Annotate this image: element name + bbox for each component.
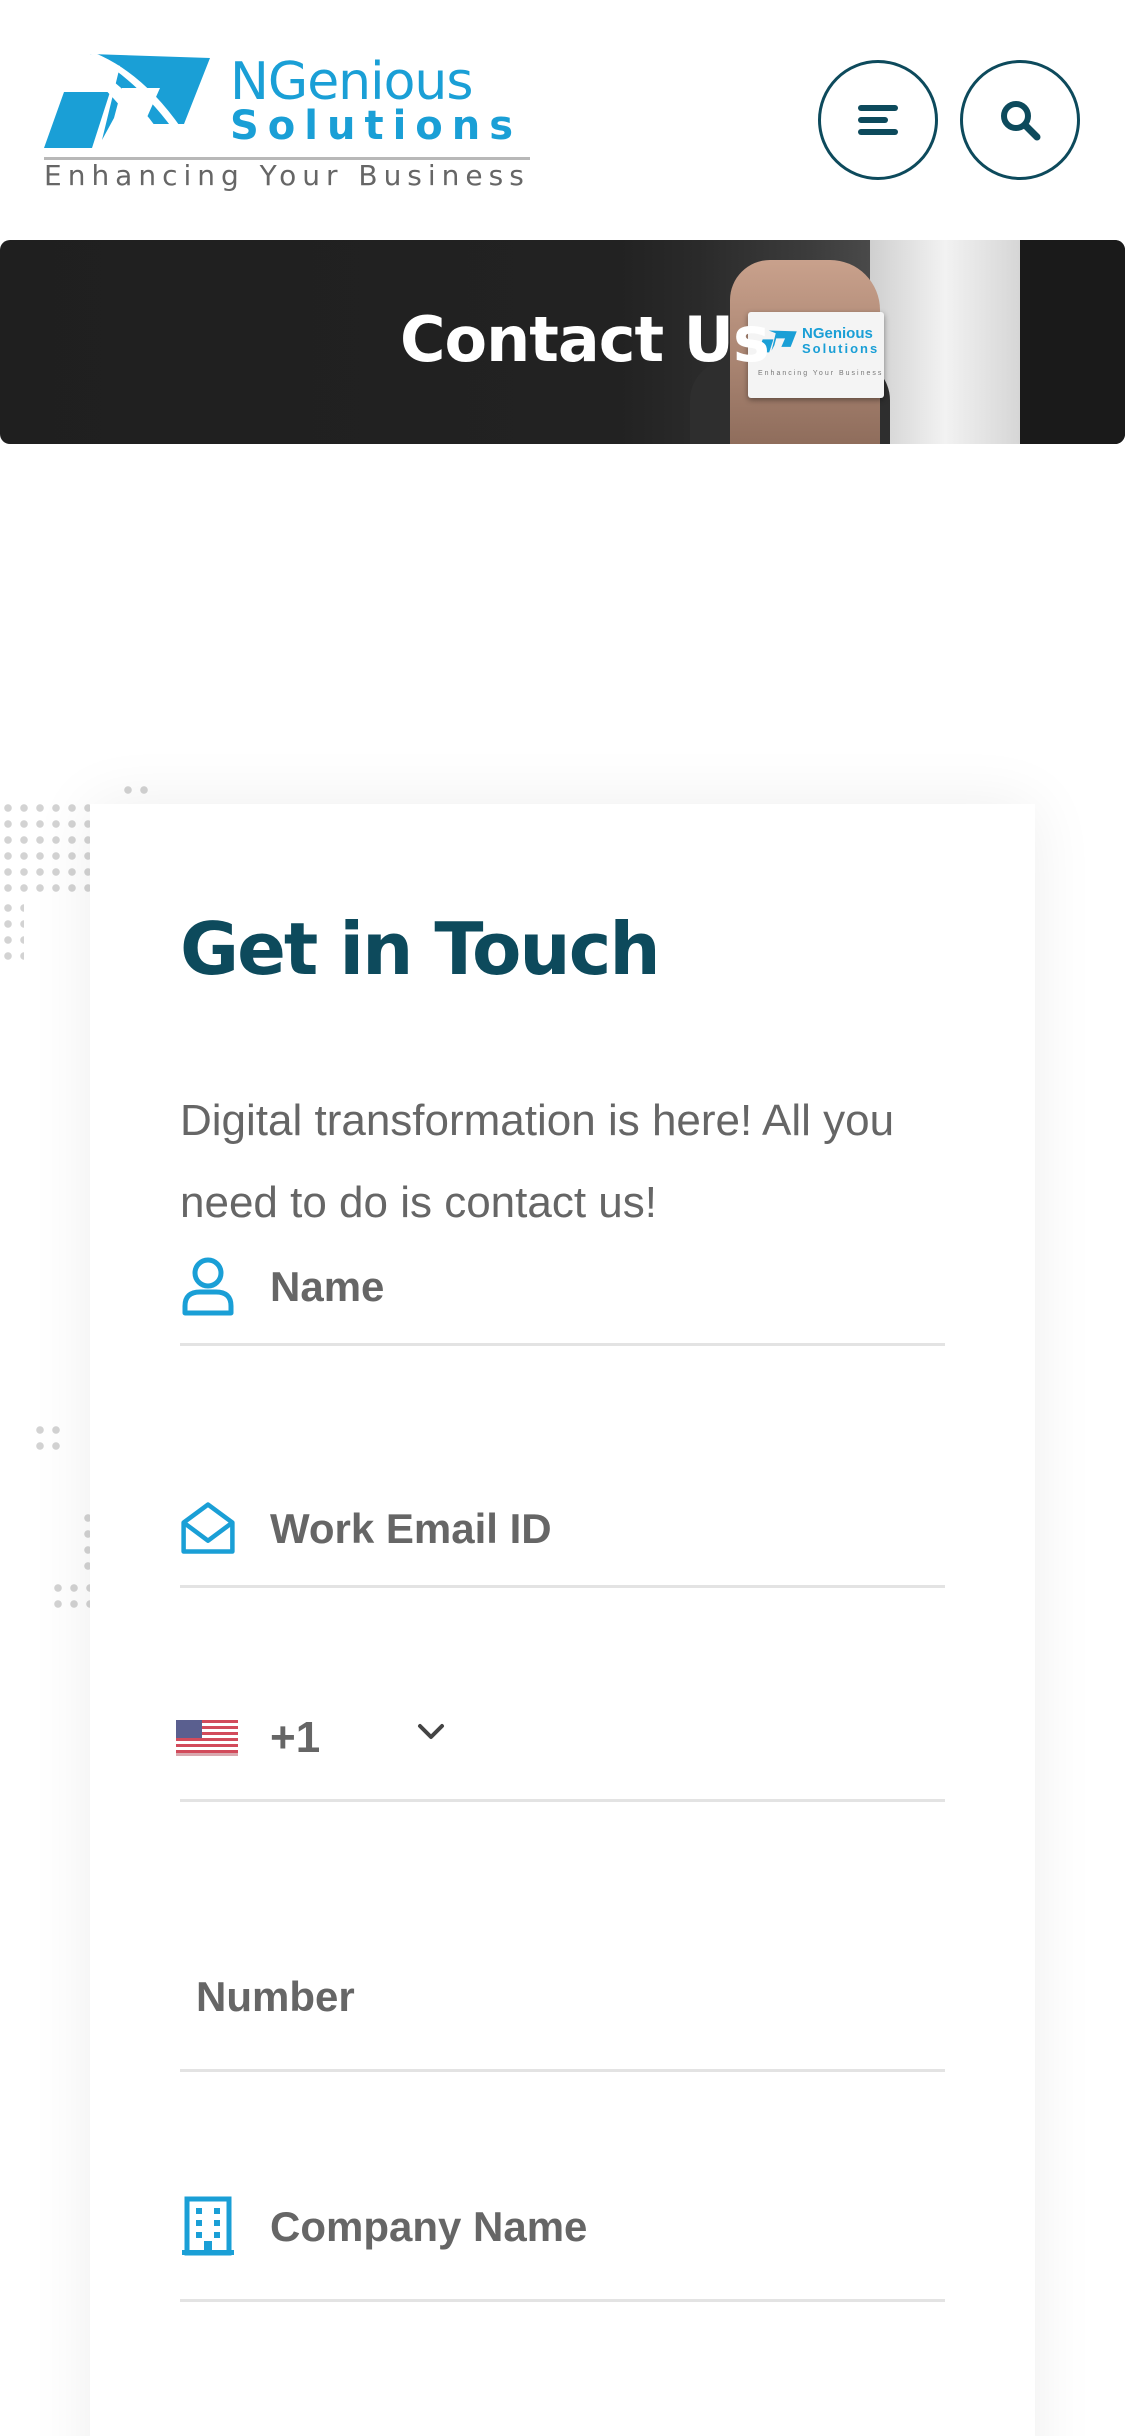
user-icon <box>180 1256 236 1316</box>
company-logo[interactable]: NGenious Solutions Enhancing Your Busine… <box>44 44 534 194</box>
site-header: NGenious Solutions Enhancing Your Busine… <box>0 0 1125 240</box>
company-placeholder: Company Name <box>270 2203 588 2250</box>
search-icon <box>1001 101 1041 141</box>
building-icon <box>180 2196 236 2256</box>
logo-name: NGenious <box>230 52 473 112</box>
banner-photo-suit <box>1020 240 1125 444</box>
decorative-dots <box>0 900 24 964</box>
chevron-down-icon <box>418 1724 444 1739</box>
dial-code: +1 <box>270 1713 321 1762</box>
logo-subtitle: Solutions <box>230 103 523 149</box>
decorative-dots <box>0 800 90 900</box>
country-code-select[interactable]: +1 <box>176 1670 945 1802</box>
search-button[interactable] <box>960 60 1080 180</box>
page-title: Contact Us <box>400 303 770 376</box>
menu-button[interactable] <box>818 60 938 180</box>
page-banner: NGenious Solutions Enhancing Your Busine… <box>0 240 1125 444</box>
form-heading: Get in Touch <box>180 907 661 991</box>
banner-photo-shirt <box>870 240 1020 444</box>
decorative-dots <box>80 1510 90 1574</box>
decorative-dots <box>50 1580 90 1612</box>
card-subtitle: Solutions <box>802 341 880 356</box>
name-field[interactable]: Name <box>180 1226 945 1346</box>
name-placeholder: Name <box>270 1263 385 1310</box>
company-name-field[interactable]: Company Name <box>180 2104 945 2302</box>
envelope-icon <box>180 1498 236 1558</box>
number-placeholder: Number <box>196 1973 355 2020</box>
us-flag-icon <box>176 1720 238 1756</box>
logo-tagline: Enhancing Your Business <box>44 159 530 192</box>
logo-mark-icon <box>44 46 210 148</box>
card-name: NGenious <box>802 325 873 342</box>
phone-number-field[interactable]: Number <box>180 1876 945 2072</box>
email-placeholder: Work Email ID <box>270 1505 552 1552</box>
card-tagline: Enhancing Your Business <box>758 370 884 377</box>
decorative-dots <box>120 782 152 800</box>
menu-icon <box>858 105 898 135</box>
work-email-field[interactable]: Work Email ID <box>180 1468 945 1588</box>
decorative-dots <box>32 1422 64 1454</box>
form-description: Digital transformation is here! All you … <box>180 1096 895 1227</box>
